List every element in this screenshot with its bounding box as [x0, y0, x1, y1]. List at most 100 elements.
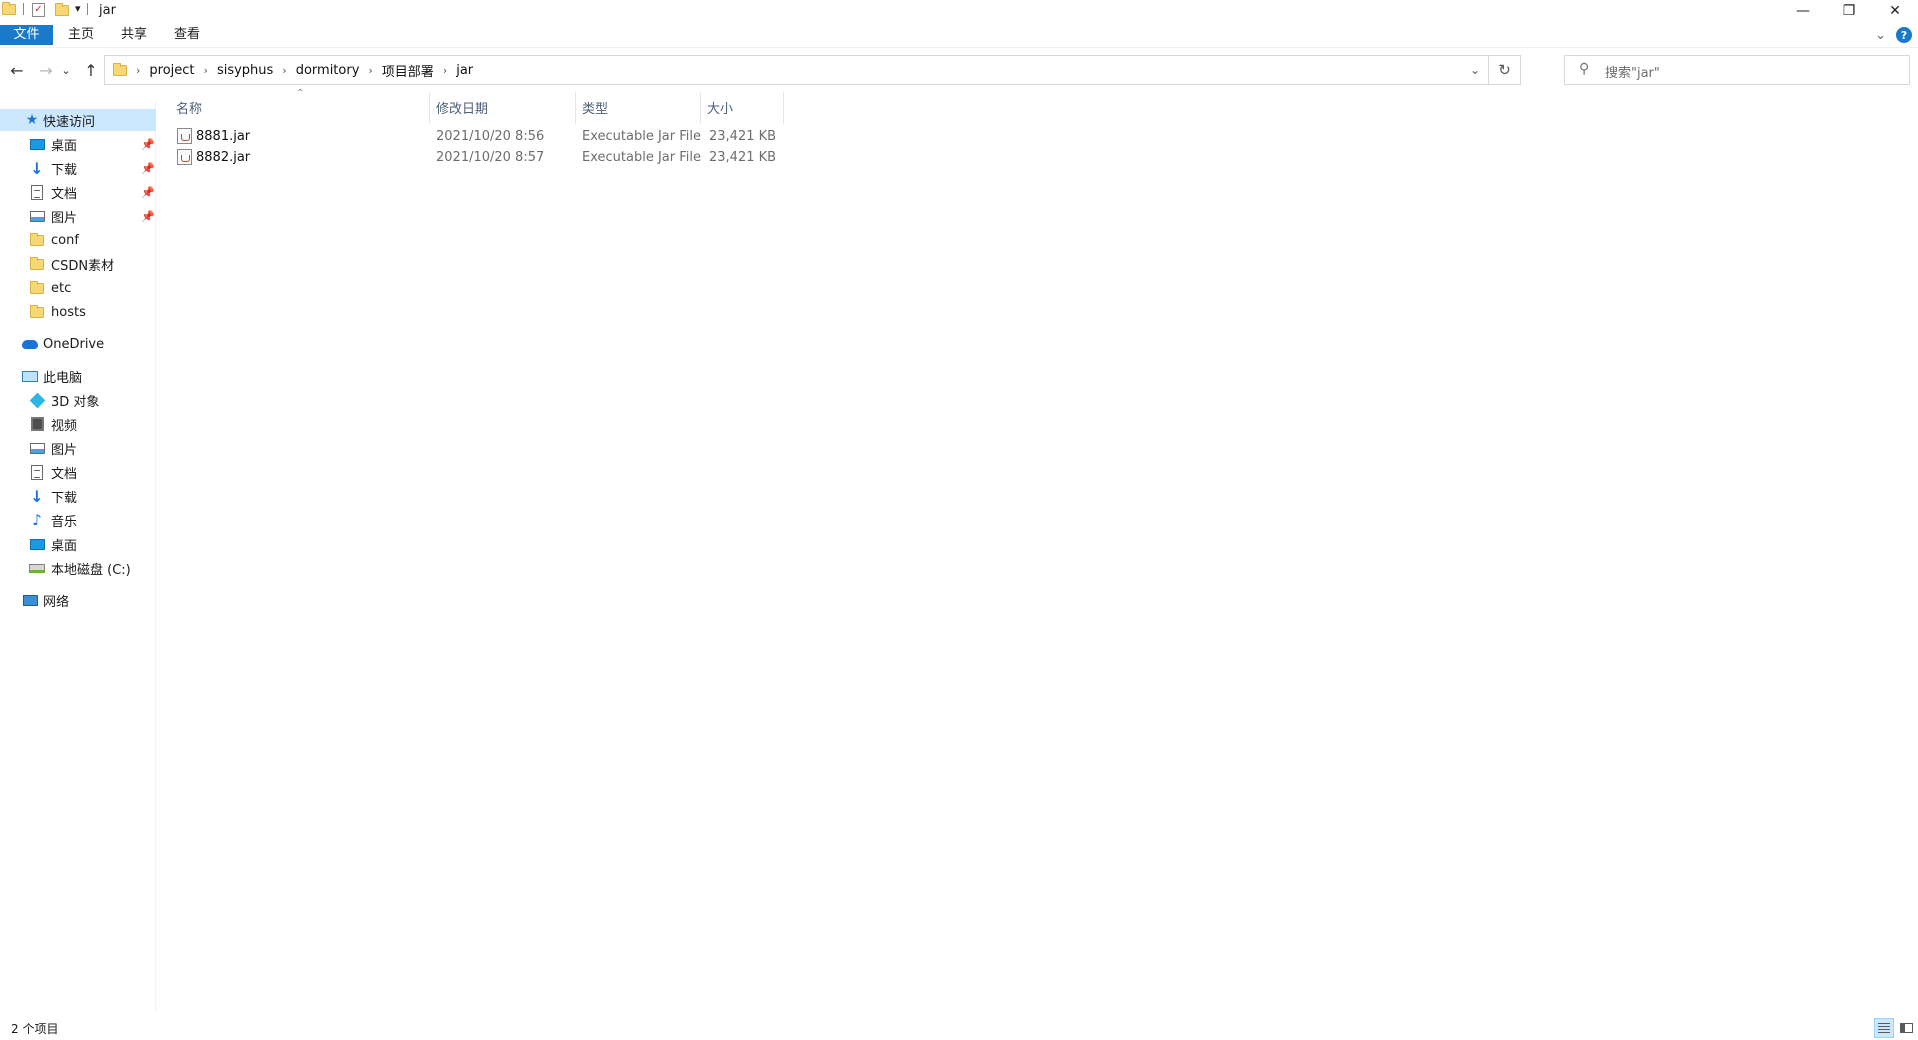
sidebar-item-onedrive[interactable]: OneDrive — [0, 333, 156, 355]
cloud-icon — [22, 336, 38, 352]
sidebar-item-documents[interactable]: 文档 📌 — [0, 181, 156, 203]
sidebar-item-label: conf — [51, 232, 79, 248]
column-header-type[interactable]: 类型 — [576, 92, 700, 122]
sidebar-item-this-pc[interactable]: 此电脑 — [0, 365, 156, 387]
close-button[interactable]: ✕ — [1872, 0, 1918, 22]
close-icon: ✕ — [1889, 3, 1901, 19]
column-divider[interactable] — [783, 92, 784, 124]
star-icon: ★ — [25, 112, 39, 128]
music-icon: ♪ — [32, 511, 42, 529]
sidebar-item-downloads[interactable]: ↓ 下载 📌 — [0, 157, 156, 179]
recent-locations-button[interactable]: ⌄ — [59, 59, 73, 81]
up-arrow-icon: ↑ — [84, 60, 98, 80]
pictures-icon — [29, 208, 45, 224]
breadcrumb-sisyphus[interactable]: sisyphus — [211, 63, 279, 78]
sidebar-item-desktop[interactable]: 桌面 📌 — [0, 133, 156, 155]
sidebar-item-label: 桌面 — [51, 538, 78, 554]
file-row[interactable]: 8881.jar 2021/10/20 8:56 Executable Jar … — [157, 126, 797, 147]
forward-arrow-icon: → — [39, 60, 53, 80]
up-button[interactable]: ↑ — [80, 59, 102, 81]
refresh-icon: ↻ — [1498, 61, 1511, 79]
pin-icon[interactable]: 📌 — [141, 186, 155, 199]
sidebar-item-videos[interactable]: 视频 — [0, 413, 156, 435]
properties-button[interactable]: ✓ — [32, 3, 45, 17]
sidebar-item-label: 文档 — [51, 466, 78, 482]
breadcrumb-separator[interactable]: › — [201, 64, 211, 77]
sidebar-item-csdn[interactable]: CSDN素材 — [0, 253, 156, 275]
sidebar-item-pictures[interactable]: 图片 📌 — [0, 205, 156, 227]
restore-button[interactable]: ❐ — [1826, 0, 1872, 22]
sidebar-item-label: 快速访问 — [43, 114, 96, 130]
dropdown-arrow-icon: ▾ — [75, 2, 81, 15]
column-header-name[interactable]: 名称 — [157, 92, 429, 122]
tab-home[interactable]: 主页 — [58, 25, 104, 45]
sidebar-item-label: 音乐 — [51, 514, 78, 530]
breadcrumb: › project › sisyphus › dormitory › 项目部署 … — [105, 56, 479, 84]
column-header-size[interactable]: 大小 — [701, 92, 783, 122]
sidebar-item-3d-objects[interactable]: 3D 对象 — [0, 389, 156, 411]
sidebar-item-music[interactable]: ♪ 音乐 — [0, 509, 156, 531]
sidebar-item-quick-access[interactable]: ★ 快速访问 — [0, 109, 156, 131]
folder-icon — [29, 304, 45, 320]
title-bar: ✓ ▾ jar — ❐ ✕ — [0, 0, 1918, 22]
folder-icon — [29, 256, 45, 272]
jar-file-icon — [177, 128, 192, 144]
file-modified: 2021/10/20 8:57 — [436, 150, 545, 165]
download-icon: ↓ — [30, 486, 44, 506]
pin-icon[interactable]: 📌 — [141, 138, 155, 151]
tab-share[interactable]: 共享 — [111, 25, 157, 45]
sidebar-item-network[interactable]: 网络 — [0, 589, 156, 611]
column-header-modified[interactable]: 修改日期 — [430, 92, 575, 122]
file-type: Executable Jar File — [582, 150, 701, 165]
breadcrumb-separator[interactable]: › — [365, 64, 375, 77]
back-button[interactable]: ← — [6, 59, 28, 81]
search-input[interactable]: 搜索"jar" — [1605, 62, 1660, 81]
properties-icon: ✓ — [32, 3, 45, 17]
sidebar-item-hosts[interactable]: hosts — [0, 301, 156, 323]
divider — [86, 2, 88, 15]
pin-icon[interactable]: 📌 — [141, 162, 155, 175]
new-folder-icon — [55, 3, 69, 16]
sidebar-item-label: 此电脑 — [43, 370, 83, 386]
breadcrumb-separator[interactable]: › — [279, 64, 289, 77]
breadcrumb-deploy[interactable]: 项目部署 — [376, 61, 440, 80]
forward-button[interactable]: → — [35, 59, 57, 81]
sidebar-item-pc-documents[interactable]: 文档 — [0, 461, 156, 483]
large-icons-view-icon — [1899, 1023, 1913, 1033]
customize-toolbar-button[interactable]: ▾ — [75, 2, 88, 15]
search-box[interactable]: ⚲ 搜索"jar" — [1564, 55, 1910, 85]
breadcrumb-dormitory[interactable]: dormitory — [290, 63, 366, 78]
address-bar[interactable]: › project › sisyphus › dormitory › 项目部署 … — [104, 55, 1521, 85]
new-folder-button[interactable] — [55, 3, 69, 16]
pin-icon[interactable]: 📌 — [141, 210, 155, 223]
sidebar-item-pc-pictures[interactable]: 图片 — [0, 437, 156, 459]
sidebar-item-etc[interactable]: etc — [0, 277, 156, 299]
tab-view[interactable]: 查看 — [164, 25, 210, 45]
sidebar-item-label: etc — [51, 280, 72, 296]
sidebar-item-pc-desktop[interactable]: 桌面 — [0, 533, 156, 555]
computer-icon — [22, 368, 38, 384]
breadcrumb-separator[interactable]: › — [440, 64, 450, 77]
file-name: 8881.jar — [196, 129, 251, 144]
details-view-icon — [1878, 1023, 1890, 1033]
breadcrumb-project[interactable]: project — [143, 63, 200, 78]
file-list: ⌃ 名称 修改日期 类型 大小 8881.jar 2021/10/20 8:56… — [157, 88, 1918, 1012]
navigation-pane: ★ 快速访问 桌面 📌 ↓ 下载 📌 文档 📌 图片 📌 conf CSDN素材… — [0, 100, 156, 1012]
minimize-button[interactable]: — — [1780, 0, 1826, 22]
sidebar-item-local-disk[interactable]: 本地磁盘 (C:) — [0, 557, 156, 579]
address-history-button[interactable]: ⌄ — [1464, 56, 1486, 84]
help-icon[interactable]: ? — [1896, 27, 1912, 43]
sidebar-item-label: 视频 — [51, 418, 78, 434]
sidebar-item-conf[interactable]: conf — [0, 229, 156, 251]
expand-ribbon-button[interactable]: ⌄ — [1875, 28, 1886, 43]
sidebar-item-pc-downloads[interactable]: ↓ 下载 — [0, 485, 156, 507]
tab-file[interactable]: 文件 — [0, 25, 53, 45]
details-view-button[interactable] — [1874, 1018, 1894, 1038]
file-row[interactable]: 8882.jar 2021/10/20 8:57 Executable Jar … — [157, 147, 797, 168]
breadcrumb-separator[interactable]: › — [133, 64, 143, 77]
refresh-button[interactable]: ↻ — [1488, 56, 1520, 84]
desktop-icon — [29, 536, 45, 552]
large-icons-view-button[interactable] — [1896, 1018, 1916, 1038]
3d-objects-icon — [29, 392, 45, 408]
breadcrumb-jar[interactable]: jar — [450, 63, 479, 78]
